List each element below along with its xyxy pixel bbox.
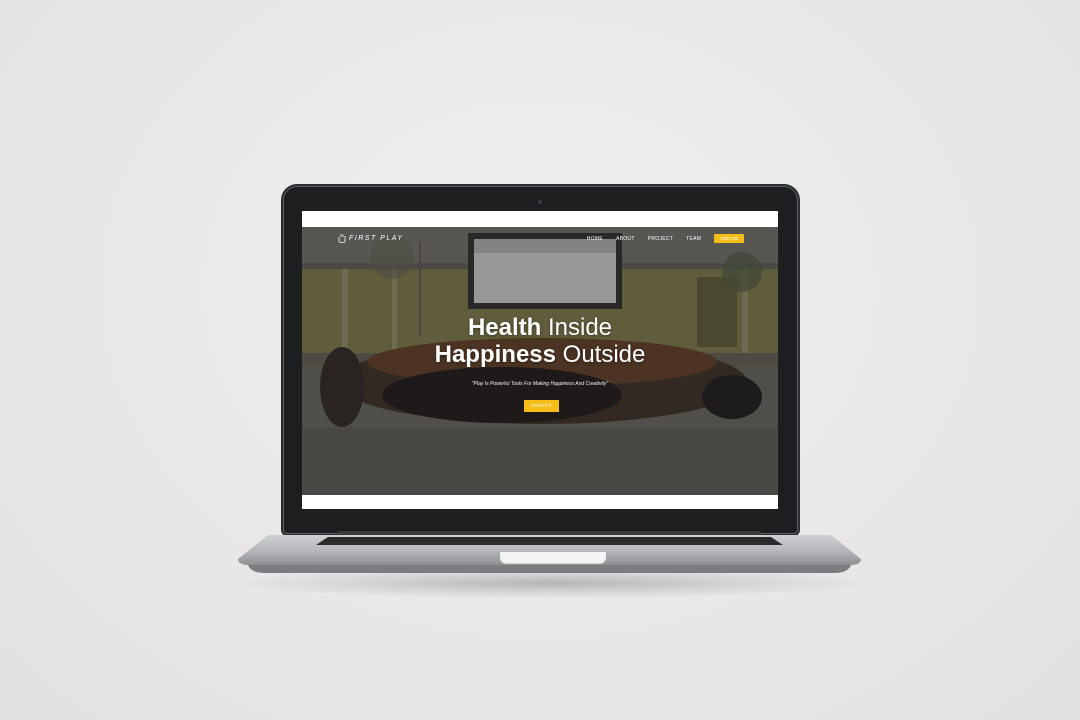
nav-menu: HOME ABOUT PROJECT TEAM JOIN US [587, 234, 744, 243]
headline-happiness: Happiness [434, 341, 556, 368]
hero-headline-line1: Health Inside [302, 315, 778, 341]
headline-outside: Outside [562, 341, 646, 368]
mockup-scene: FIRST PLAY HOME ABOUT PROJECT TEAM JOIN … [0, 0, 1080, 720]
trackpad-notch [500, 552, 606, 564]
nav-item-about[interactable]: ABOUT [616, 236, 635, 242]
nav-item-home[interactable]: HOME [587, 236, 603, 242]
headline-health: Health [467, 314, 542, 341]
nav-item-team[interactable]: TEAM [686, 236, 701, 242]
hero-headline-line2: Happiness Outside [302, 342, 778, 368]
donate-button[interactable]: DONATE [524, 400, 559, 412]
nav-item-project[interactable]: PROJECT [648, 236, 673, 242]
webcam [538, 200, 542, 204]
hero-tagline: "Play Is Powerful Tools For Making Happi… [471, 381, 609, 387]
headline-inside: Inside [547, 314, 613, 341]
join-us-button[interactable]: JOIN US [714, 234, 744, 243]
logo-text: FIRST PLAY [349, 234, 404, 242]
top-navbar: FIRST PLAY HOME ABOUT PROJECT TEAM JOIN … [302, 227, 778, 249]
hand-icon [338, 234, 346, 243]
site-logo[interactable]: FIRST PLAY [338, 233, 404, 243]
hero-section: FIRST PLAY HOME ABOUT PROJECT TEAM JOIN … [302, 227, 778, 495]
laptop-screen: FIRST PLAY HOME ABOUT PROJECT TEAM JOIN … [302, 211, 778, 509]
